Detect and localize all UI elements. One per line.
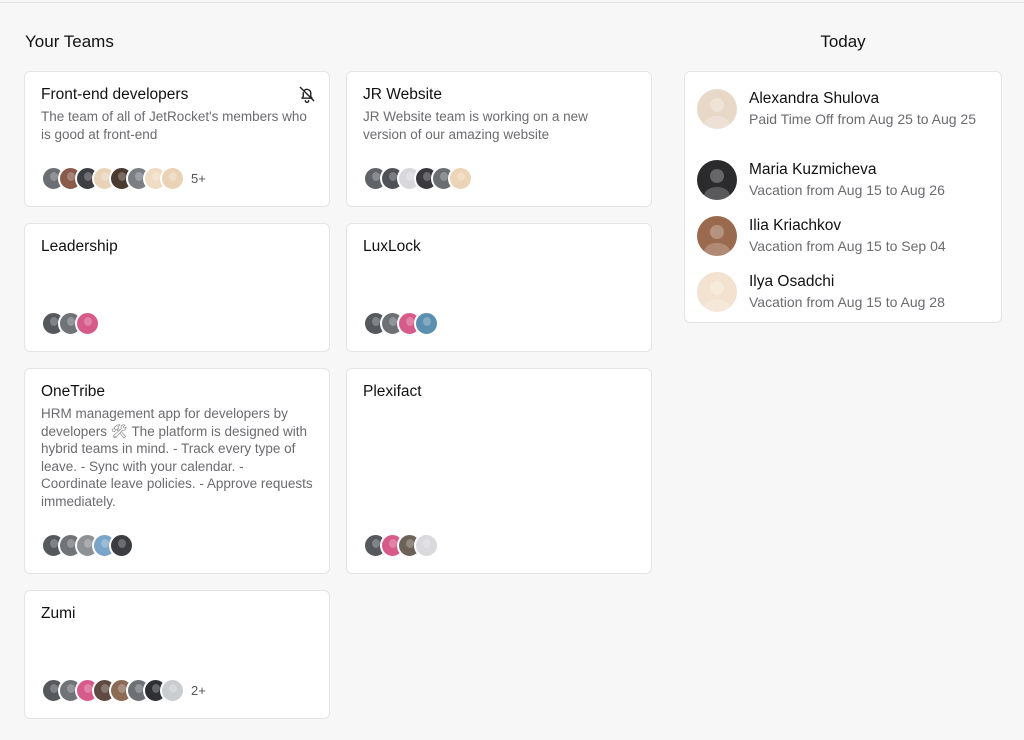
avatar[interactable] <box>160 678 185 703</box>
person-name: Alexandra Shulova <box>749 90 880 107</box>
team-avatars[interactable] <box>363 533 439 558</box>
more-members-count[interactable]: 2+ <box>191 683 206 698</box>
today-panel: Alexandra Shulova Paid Time Off from Aug… <box>684 71 1002 323</box>
today-person[interactable]: Ilia Kriachkov Vacation from Aug 15 to S… <box>697 216 989 256</box>
today-person[interactable]: Maria Kuzmicheva Vacation from Aug 15 to… <box>697 160 989 200</box>
avatar <box>697 216 737 256</box>
leave-note: Paid Time Off from Aug 25 to Aug 25 <box>749 111 976 127</box>
top-divider <box>0 2 1024 3</box>
avatar[interactable] <box>109 533 134 558</box>
team-description: HRM management app for developers by dev… <box>41 406 313 509</box>
team-avatars[interactable] <box>363 311 439 336</box>
team-avatars[interactable] <box>41 311 100 336</box>
team-avatars[interactable]: 5+ <box>41 166 206 191</box>
today-person[interactable]: Alexandra Shulova Paid Time Off from Aug… <box>697 89 989 129</box>
today-person[interactable]: Ilya Osadchi Vacation from Aug 15 to Aug… <box>697 272 989 312</box>
leave-note: Vacation from Aug 15 to Aug 28 <box>749 294 945 310</box>
team-avatars[interactable] <box>41 533 134 558</box>
teams-section-title: Your Teams <box>25 32 114 51</box>
avatar <box>697 89 737 129</box>
today-section-title: Today <box>820 32 866 51</box>
team-card-leadership[interactable]: Leadership <box>24 223 330 352</box>
person-name: Maria Kuzmicheva <box>749 161 877 178</box>
avatar[interactable] <box>448 166 473 191</box>
leave-note: Vacation from Aug 15 to Aug 26 <box>749 182 945 198</box>
avatar[interactable] <box>414 311 439 336</box>
team-card-plexifact[interactable]: Plexifact <box>346 368 652 574</box>
team-description: The team of all of JetRocket's members w… <box>41 109 307 142</box>
team-title: LuxLock <box>363 238 421 255</box>
team-description: JR Website team is working on a new vers… <box>363 109 588 142</box>
bell-off-icon[interactable] <box>297 84 317 104</box>
avatar[interactable] <box>414 533 439 558</box>
avatar[interactable] <box>160 166 185 191</box>
team-title: Plexifact <box>363 383 422 400</box>
team-avatars[interactable] <box>363 166 473 191</box>
more-members-count[interactable]: 5+ <box>191 171 206 186</box>
team-title: JR Website <box>363 86 442 103</box>
avatar[interactable] <box>75 311 100 336</box>
team-card-frontend[interactable]: Front-end developers The team of all of … <box>24 71 330 207</box>
team-title: Zumi <box>41 605 76 622</box>
leave-note: Vacation from Aug 15 to Sep 04 <box>749 238 946 254</box>
team-title: Leadership <box>41 238 118 255</box>
team-card-jr-website[interactable]: JR Website JR Website team is working on… <box>346 71 652 207</box>
person-name: Ilya Osadchi <box>749 273 835 290</box>
team-title: OneTribe <box>41 383 106 400</box>
team-card-luxlock[interactable]: LuxLock <box>346 223 652 352</box>
team-title: Front-end developers <box>41 86 189 103</box>
team-card-zumi[interactable]: Zumi 2+ <box>24 590 330 719</box>
person-name: Ilia Kriachkov <box>749 217 842 234</box>
team-card-onetribe[interactable]: OneTribe HRM management app for develope… <box>24 368 330 574</box>
avatar <box>697 160 737 200</box>
team-avatars[interactable]: 2+ <box>41 678 206 703</box>
avatar <box>697 272 737 312</box>
